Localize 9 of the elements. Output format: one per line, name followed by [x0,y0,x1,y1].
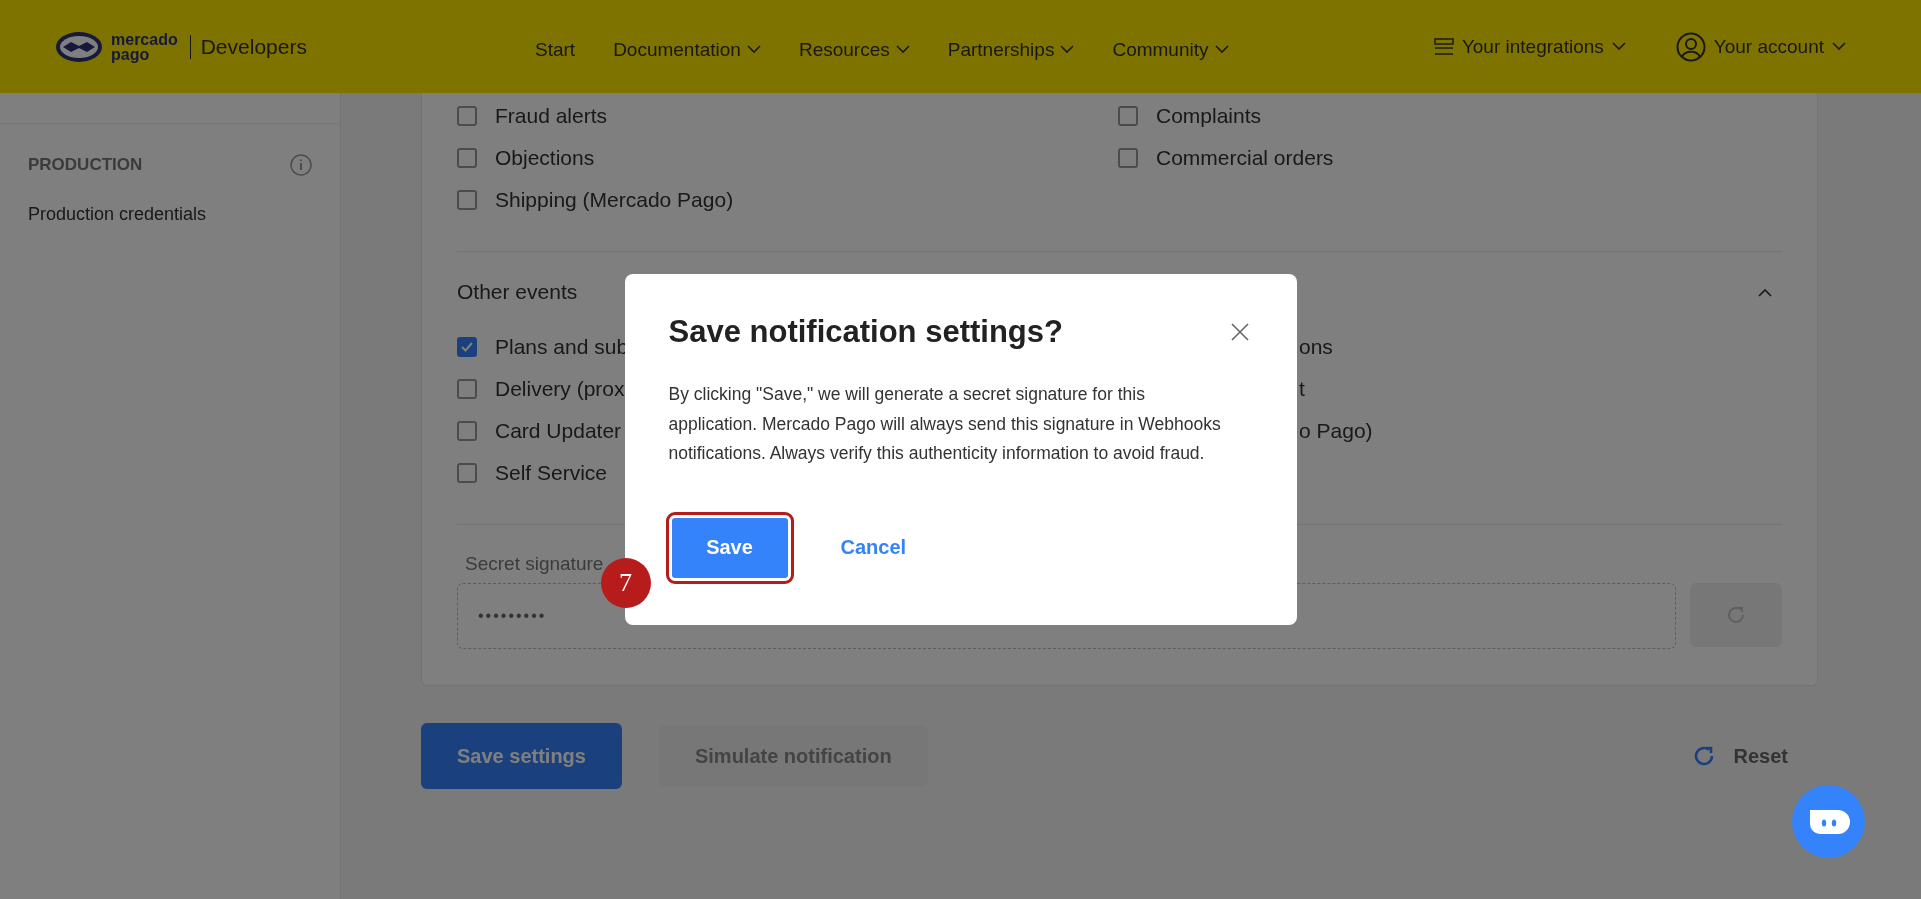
brand-label: Developers [189,34,307,59]
dialog-message: By clicking "Save," we will generate a secret signature for this application. Mercado Pago will always send this signature in Webhooks notifications. Always verify this authenticity information to avoid fraud. [668,383,1222,466]
section-title: Other events [457,280,578,304]
logo-wordmark: mercado pago [111,31,178,62]
event-label: o Pago) [1299,418,1374,444]
event-label: ons [1299,334,1334,360]
dialog-title: Save notification settings? [668,314,1063,351]
event-label: t [1299,376,1306,402]
section-label: PRODUCTION [28,155,143,175]
